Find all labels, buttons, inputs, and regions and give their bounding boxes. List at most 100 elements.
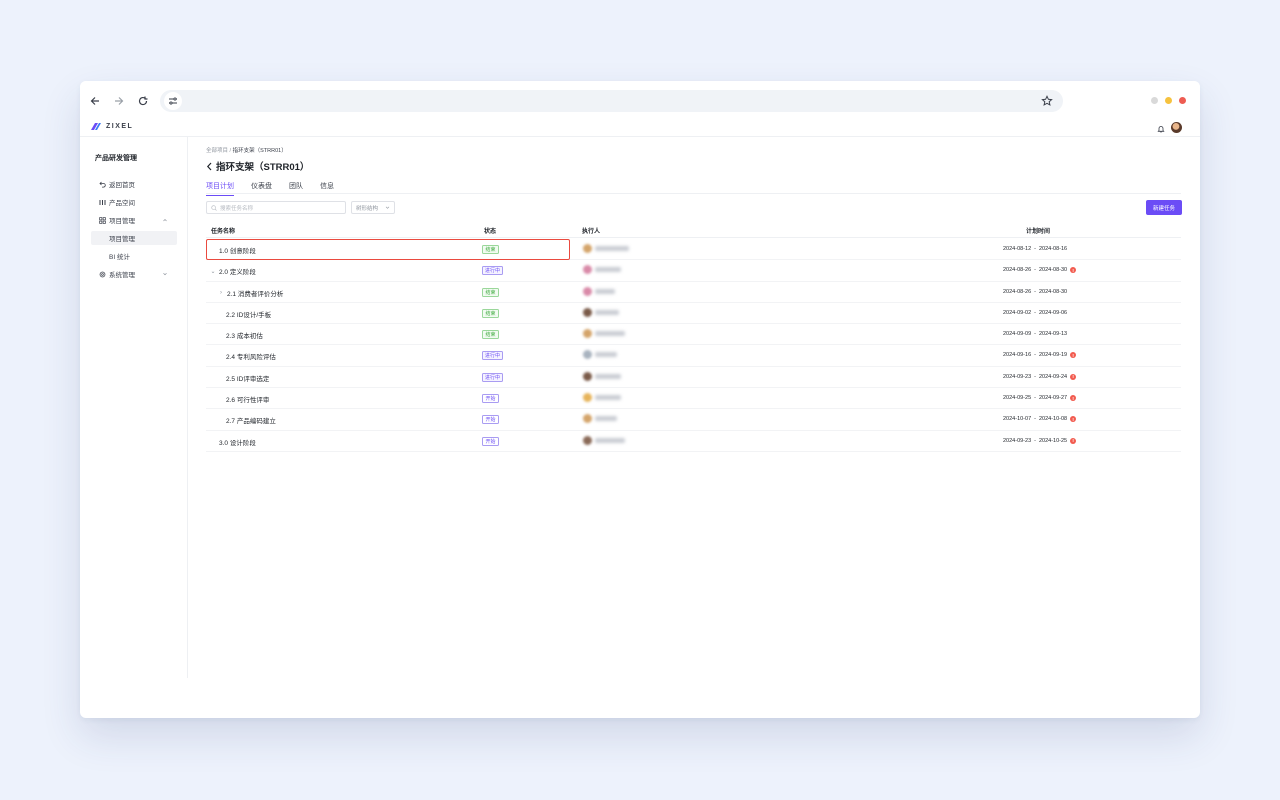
table-row[interactable]: 2.2 ID设计/手板 结束 2024-09-02-2024-09-06 bbox=[206, 303, 1181, 325]
task-name-cell[interactable]: 3.0 设计阶段 bbox=[219, 437, 256, 447]
sidebar-subitem-project-mgmt[interactable]: 项目管理 bbox=[91, 231, 177, 245]
status-badge[interactable]: 结束 bbox=[482, 245, 499, 254]
chevron-left-icon[interactable] bbox=[206, 162, 213, 171]
task-name-cell[interactable]: 2.7 产品编码建立 bbox=[226, 415, 276, 425]
end-date: 2024-09-27 bbox=[1038, 395, 1068, 402]
schedule-cell[interactable]: 2024-09-16-2024-09-19! bbox=[1003, 352, 1077, 359]
chevron-up-icon[interactable] bbox=[161, 216, 169, 224]
window-dot-red[interactable] bbox=[1179, 97, 1186, 104]
assignee-cell[interactable] bbox=[583, 329, 625, 339]
status-badge[interactable]: 进行中 bbox=[482, 351, 504, 361]
assignee-name-redacted bbox=[595, 331, 625, 337]
breadcrumb-root[interactable]: 全部项目 bbox=[206, 148, 228, 154]
schedule-cell[interactable]: 2024-08-26-2024-08-30! bbox=[1003, 267, 1077, 274]
status-badge[interactable]: 结束 bbox=[482, 330, 499, 340]
schedule-cell[interactable]: 2024-09-23-2024-09-24! bbox=[1003, 373, 1077, 380]
schedule-cell[interactable]: 2024-09-09-2024-09-13 bbox=[1003, 331, 1067, 337]
sidebar-item-product-space[interactable]: 产品空间 bbox=[91, 195, 177, 209]
schedule-cell[interactable]: 2024-09-02-2024-09-06 bbox=[1003, 310, 1067, 316]
search-input[interactable]: 搜索任务名称 bbox=[206, 201, 346, 214]
assignee-cell[interactable] bbox=[583, 414, 617, 424]
sidebar-subitem-bi[interactable]: BI 统计 bbox=[91, 249, 177, 263]
overdue-warning-icon[interactable]: ! bbox=[1070, 395, 1077, 402]
star-icon[interactable] bbox=[1039, 93, 1055, 109]
schedule-cell[interactable]: 2024-08-12-2024-08-16 bbox=[1003, 246, 1067, 252]
task-name-cell[interactable]: 2.5 ID评审选定 bbox=[226, 373, 269, 383]
columns-icon bbox=[98, 198, 106, 206]
sidebar-item-label: BI 统计 bbox=[109, 254, 130, 261]
table-row[interactable]: 3.0 设计阶段 开始 2024-09-23-2024-10-25! bbox=[206, 431, 1181, 452]
new-task-button[interactable]: 新建任务 bbox=[1146, 200, 1182, 215]
address-bar[interactable] bbox=[160, 90, 1063, 112]
assignee-cell[interactable] bbox=[583, 393, 621, 403]
task-name-cell[interactable]: ⌄ 2.0 定义阶段 bbox=[210, 266, 255, 277]
sidebar-item-project-mgmt[interactable]: 项目管理 bbox=[91, 213, 177, 227]
avatar bbox=[583, 371, 592, 381]
window-dot-gray[interactable] bbox=[1151, 97, 1158, 104]
col-header-status[interactable]: 状态 bbox=[484, 226, 496, 235]
table-row[interactable]: › 2.1 消费者评价分析 结束 2024-08-26-2024-08-30 bbox=[206, 282, 1181, 303]
chevron-down-icon[interactable]: ⌄ bbox=[210, 268, 216, 275]
avatar bbox=[583, 286, 592, 296]
task-name-cell[interactable]: 2.3 成本初估 bbox=[226, 330, 263, 340]
status-badge[interactable]: 结束 bbox=[482, 308, 499, 318]
task-name-cell[interactable]: 2.6 可行性评审 bbox=[226, 394, 269, 404]
status-badge[interactable]: 进行中 bbox=[482, 372, 504, 382]
tune-icon[interactable] bbox=[164, 92, 182, 110]
assignee-cell[interactable] bbox=[583, 435, 625, 445]
chevron-down-icon[interactable] bbox=[161, 270, 169, 278]
col-header-name[interactable]: 任务名称 bbox=[211, 226, 235, 235]
sidebar-item-home[interactable]: 返回首页 bbox=[91, 177, 177, 191]
reload-icon[interactable] bbox=[134, 92, 152, 110]
col-header-schedule[interactable]: 计划时间 bbox=[1026, 226, 1050, 235]
assignee-cell[interactable] bbox=[583, 307, 619, 317]
window-dot-yellow[interactable] bbox=[1165, 97, 1172, 104]
start-date: 2024-08-12 bbox=[1003, 246, 1032, 252]
table-row[interactable]: 2.4 专利风险评估 进行中 2024-09-16-2024-09-19! bbox=[206, 345, 1181, 367]
tab-divider bbox=[206, 193, 1181, 194]
sidebar-item-label: 产品空间 bbox=[109, 200, 135, 207]
overdue-warning-icon[interactable]: ! bbox=[1070, 373, 1077, 380]
schedule-cell[interactable]: 2024-10-07-2024-10-08! bbox=[1003, 416, 1077, 423]
start-date: 2024-08-26 bbox=[1003, 267, 1032, 274]
col-header-assignee[interactable]: 执行人 bbox=[582, 226, 600, 235]
logo[interactable]: ZIXEL bbox=[90, 121, 133, 132]
overdue-warning-icon[interactable]: ! bbox=[1070, 416, 1077, 423]
status-badge[interactable]: 开始 bbox=[482, 394, 499, 404]
schedule-cell[interactable]: 2024-09-25-2024-09-27! bbox=[1003, 395, 1077, 402]
overdue-warning-icon[interactable]: ! bbox=[1070, 267, 1077, 274]
table-row[interactable]: 1.0 创意阶段 结束 2024-08-12-2024-08-16 bbox=[206, 239, 1181, 261]
assignee-cell[interactable] bbox=[583, 265, 621, 275]
task-name-cell[interactable]: 1.0 创意阶段 bbox=[219, 245, 256, 255]
overdue-warning-icon[interactable]: ! bbox=[1070, 352, 1077, 359]
task-name-cell[interactable]: › 2.1 消费者评价分析 bbox=[218, 288, 283, 298]
bell-icon[interactable] bbox=[1156, 124, 1166, 134]
schedule-cell[interactable]: 2024-09-23-2024-10-25! bbox=[1003, 437, 1077, 444]
status-badge[interactable]: 开始 bbox=[482, 436, 499, 446]
status-badge[interactable]: 结束 bbox=[482, 287, 499, 297]
assignee-cell[interactable] bbox=[583, 350, 617, 360]
status-badge[interactable]: 开始 bbox=[482, 415, 499, 425]
user-avatar[interactable] bbox=[1171, 122, 1182, 133]
overdue-warning-icon[interactable]: ! bbox=[1070, 437, 1077, 444]
task-name-cell[interactable]: 2.4 专利风险评估 bbox=[226, 351, 276, 361]
table-row[interactable]: 2.6 可行性评审 开始 2024-09-25-2024-09-27! bbox=[206, 388, 1181, 410]
table-row[interactable]: 2.3 成本初估 结束 2024-09-09-2024-09-13 bbox=[206, 324, 1181, 346]
task-name-cell[interactable]: 2.2 ID设计/手板 bbox=[226, 309, 271, 319]
tree-structure-select[interactable]: 树形结构 bbox=[351, 201, 395, 214]
forward-icon[interactable] bbox=[110, 92, 128, 110]
sidebar-item-system[interactable]: 系统管理 bbox=[91, 267, 177, 281]
avatar bbox=[583, 393, 592, 403]
schedule-cell[interactable]: 2024-08-26-2024-08-30 bbox=[1003, 289, 1067, 295]
back-icon[interactable] bbox=[86, 92, 104, 110]
assignee-cell[interactable] bbox=[583, 244, 629, 253]
status-badge[interactable]: 进行中 bbox=[482, 266, 504, 276]
avatar bbox=[583, 414, 592, 424]
chevron-right-icon[interactable]: › bbox=[218, 290, 224, 296]
table-row[interactable]: 2.7 产品编码建立 开始 2024-10-07-2024-10-08! bbox=[206, 409, 1181, 431]
task-name: 2.1 消费者评价分析 bbox=[227, 290, 284, 298]
assignee-cell[interactable] bbox=[583, 286, 615, 296]
assignee-cell[interactable] bbox=[583, 371, 621, 381]
table-row[interactable]: 2.5 ID评审选定 进行中 2024-09-23-2024-09-24! bbox=[206, 367, 1181, 389]
table-row[interactable]: ⌄ 2.0 定义阶段 进行中 2024-08-26-2024-08-30! bbox=[206, 260, 1181, 282]
